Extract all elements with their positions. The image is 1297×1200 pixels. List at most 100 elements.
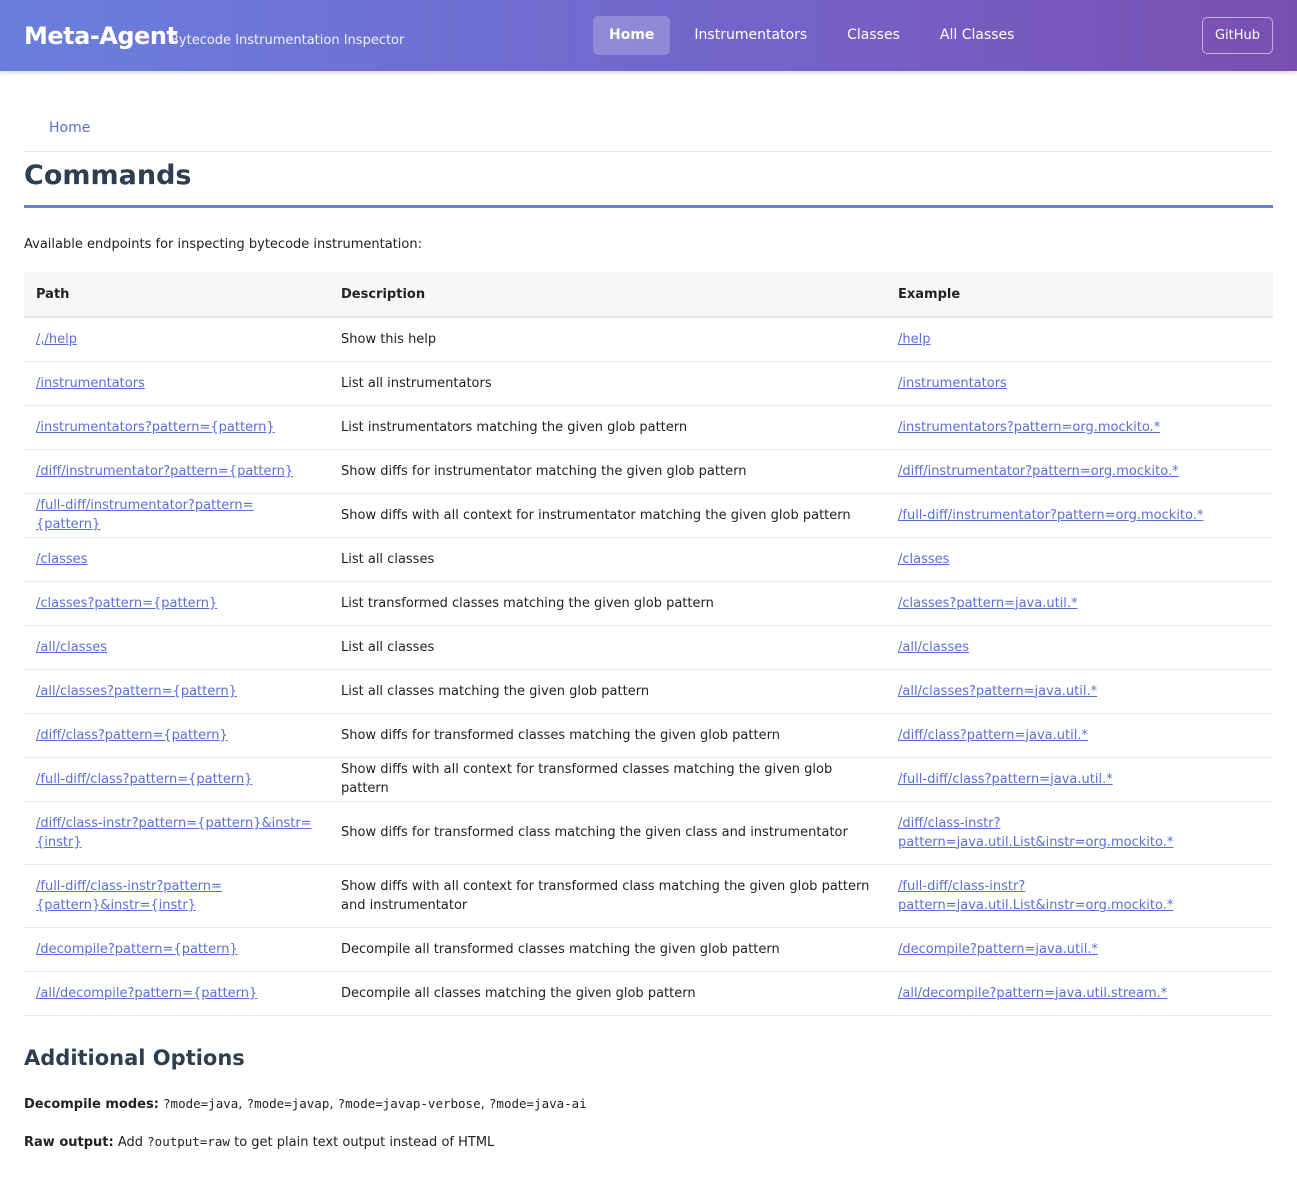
table-row: /classes List all classes/classes	[24, 537, 1273, 582]
example-link[interactable]: /full-diff/class-instr?pattern=java.util…	[898, 879, 1173, 913]
brand-logo[interactable]: Meta-Agent	[24, 22, 178, 50]
path-link[interactable]: /full-diff/class?pattern={pattern}	[36, 772, 252, 787]
example-cell: /all/decompile?pattern=java.util.stream.…	[886, 971, 1273, 1016]
page-title: Commands	[24, 160, 1273, 208]
table-row: /full-diff/class?pattern={pattern} Show d…	[24, 757, 1273, 802]
example-link[interactable]: /classes	[898, 552, 949, 567]
example-link[interactable]: /all/classes?pattern=java.util.*	[898, 684, 1097, 699]
mode-code: ?mode=javap-verbose	[337, 1096, 481, 1111]
path-cell: /full-diff/class-instr?pattern={pattern}…	[24, 864, 329, 928]
table-body: /,/help Show this help/help/instrumentato…	[24, 317, 1273, 1016]
github-button[interactable]: GitHub	[1202, 17, 1273, 54]
path-cell: /all/classes	[24, 625, 329, 670]
description-cell: List all classes	[329, 625, 886, 670]
description-cell: Show diffs for transformed classes match…	[329, 713, 886, 758]
top-navbar: Meta-Agent Bytecode Instrumentation Insp…	[0, 0, 1297, 71]
path-cell: /classes	[24, 537, 329, 582]
path-cell: /diff/class?pattern={pattern}	[24, 713, 329, 758]
example-link[interactable]: /diff/class?pattern=java.util.*	[898, 728, 1088, 743]
nav-instrumentators[interactable]: Instrumentators	[678, 16, 823, 55]
table-row: /all/decompile?pattern={pattern} Decompil…	[24, 971, 1273, 1016]
commands-table: Path Description Example /,/help Show thi…	[24, 272, 1273, 1016]
table-row: /instrumentators?pattern={pattern} List i…	[24, 405, 1273, 450]
nav-all-classes[interactable]: All Classes	[924, 16, 1031, 55]
path-cell: /diff/instrumentator?pattern={pattern}	[24, 449, 329, 494]
raw-output-suffix: to get plain text output instead of HTML	[234, 1135, 495, 1150]
path-link[interactable]: /diff/class?pattern={pattern}	[36, 728, 228, 743]
example-link[interactable]: /help	[898, 332, 930, 347]
description-cell: List all classes	[329, 537, 886, 582]
example-cell: /full-diff/instrumentator?pattern=org.mo…	[886, 493, 1273, 538]
path-cell: /,/help	[24, 317, 329, 362]
breadcrumb: Home	[24, 106, 1273, 152]
example-link[interactable]: /instrumentators?pattern=org.mockito.*	[898, 420, 1160, 435]
table-row: /full-diff/instrumentator?pattern={patte…	[24, 493, 1273, 538]
brand-tagline: Bytecode Instrumentation Inspector	[170, 33, 405, 48]
path-cell: /instrumentators?pattern={pattern}	[24, 405, 329, 450]
example-link[interactable]: /diff/instrumentator?pattern=org.mockito…	[898, 464, 1179, 479]
description-cell: Show diffs for transformed class matchin…	[329, 801, 886, 865]
path-cell: /full-diff/instrumentator?pattern={patte…	[24, 493, 329, 538]
path-link[interactable]: /diff/class-instr?pattern={pattern}&inst…	[36, 816, 312, 850]
example-cell: /full-diff/class-instr?pattern=java.util…	[886, 864, 1273, 928]
table-row: /classes?pattern={pattern} List transform…	[24, 581, 1273, 626]
example-link[interactable]: /classes?pattern=java.util.*	[898, 596, 1078, 611]
description-cell: Show this help	[329, 317, 886, 362]
example-cell: /diff/class?pattern=java.util.*	[886, 713, 1273, 758]
path-link[interactable]: /full-diff/class-instr?pattern={pattern}…	[36, 879, 222, 913]
example-link[interactable]: /full-diff/class?pattern=java.util.*	[898, 772, 1113, 787]
path-cell: /full-diff/class?pattern={pattern}	[24, 757, 329, 802]
path-link[interactable]: /instrumentators	[36, 376, 145, 391]
example-link[interactable]: /instrumentators	[898, 376, 1007, 391]
table-row: /all/classes List all classes/all/classes	[24, 625, 1273, 670]
example-cell: /decompile?pattern=java.util.*	[886, 927, 1273, 972]
table-row: /full-diff/class-instr?pattern={pattern}…	[24, 864, 1273, 928]
path-link[interactable]: /full-diff/instrumentator?pattern={patte…	[36, 498, 254, 532]
path-link[interactable]: /classes?pattern={pattern}	[36, 596, 217, 611]
decompile-modes-line: Decompile modes: ?mode=java, ?mode=javap…	[24, 1096, 587, 1112]
path-cell: /all/decompile?pattern={pattern}	[24, 971, 329, 1016]
example-cell: /instrumentators	[886, 361, 1273, 406]
path-link[interactable]: /diff/instrumentator?pattern={pattern}	[36, 464, 293, 479]
description-cell: Decompile all classes matching the given…	[329, 971, 886, 1016]
table-row: /all/classes?pattern={pattern} List all c…	[24, 669, 1273, 714]
table-row: /decompile?pattern={pattern} Decompile al…	[24, 927, 1273, 972]
path-cell: /classes?pattern={pattern}	[24, 581, 329, 626]
description-cell: Show diffs with all context for instrume…	[329, 493, 886, 538]
example-cell: /all/classes?pattern=java.util.*	[886, 669, 1273, 714]
example-link[interactable]: /all/decompile?pattern=java.util.stream.…	[898, 986, 1167, 1001]
path-link[interactable]: /all/decompile?pattern={pattern}	[36, 986, 257, 1001]
example-link[interactable]: /full-diff/instrumentator?pattern=org.mo…	[898, 508, 1203, 523]
description-cell: List all instrumentators	[329, 361, 886, 406]
path-link[interactable]: /decompile?pattern={pattern}	[36, 942, 238, 957]
main-nav: Home Instrumentators Classes All Classes	[593, 16, 1038, 55]
path-cell: /all/classes?pattern={pattern}	[24, 669, 329, 714]
path-link[interactable]: /all/classes?pattern={pattern}	[36, 684, 237, 699]
example-link[interactable]: /all/classes	[898, 640, 969, 655]
example-cell: /full-diff/class?pattern=java.util.*	[886, 757, 1273, 802]
example-link[interactable]: /diff/class-instr?pattern=java.util.List…	[898, 816, 1173, 850]
path-link[interactable]: /,/help	[36, 332, 77, 347]
table-row: /diff/instrumentator?pattern={pattern} Sh…	[24, 449, 1273, 494]
example-cell: /all/classes	[886, 625, 1273, 670]
description-cell: List instrumentators matching the given …	[329, 405, 886, 450]
path-link[interactable]: /all/classes	[36, 640, 107, 655]
description-cell: Show diffs with all context for transfor…	[329, 757, 886, 802]
path-link[interactable]: /classes	[36, 552, 87, 567]
nav-classes[interactable]: Classes	[831, 16, 916, 55]
header-description: Description	[329, 272, 886, 318]
path-link[interactable]: /instrumentators?pattern={pattern}	[36, 420, 275, 435]
description-cell: Show diffs with all context for transfor…	[329, 864, 886, 928]
mode-code: ?mode=javap	[246, 1096, 330, 1111]
breadcrumb-home-link[interactable]: Home	[49, 120, 90, 136]
example-cell: /diff/class-instr?pattern=java.util.List…	[886, 801, 1273, 865]
header-path: Path	[24, 272, 329, 318]
nav-home[interactable]: Home	[593, 16, 671, 55]
table-row: /,/help Show this help/help	[24, 317, 1273, 362]
raw-output-prefix: Add	[117, 1135, 144, 1150]
example-link[interactable]: /decompile?pattern=java.util.*	[898, 942, 1098, 957]
table-header-row: Path Description Example	[24, 272, 1273, 318]
example-cell: /classes?pattern=java.util.*	[886, 581, 1273, 626]
example-cell: /instrumentators?pattern=org.mockito.*	[886, 405, 1273, 450]
example-cell: /diff/instrumentator?pattern=org.mockito…	[886, 449, 1273, 494]
